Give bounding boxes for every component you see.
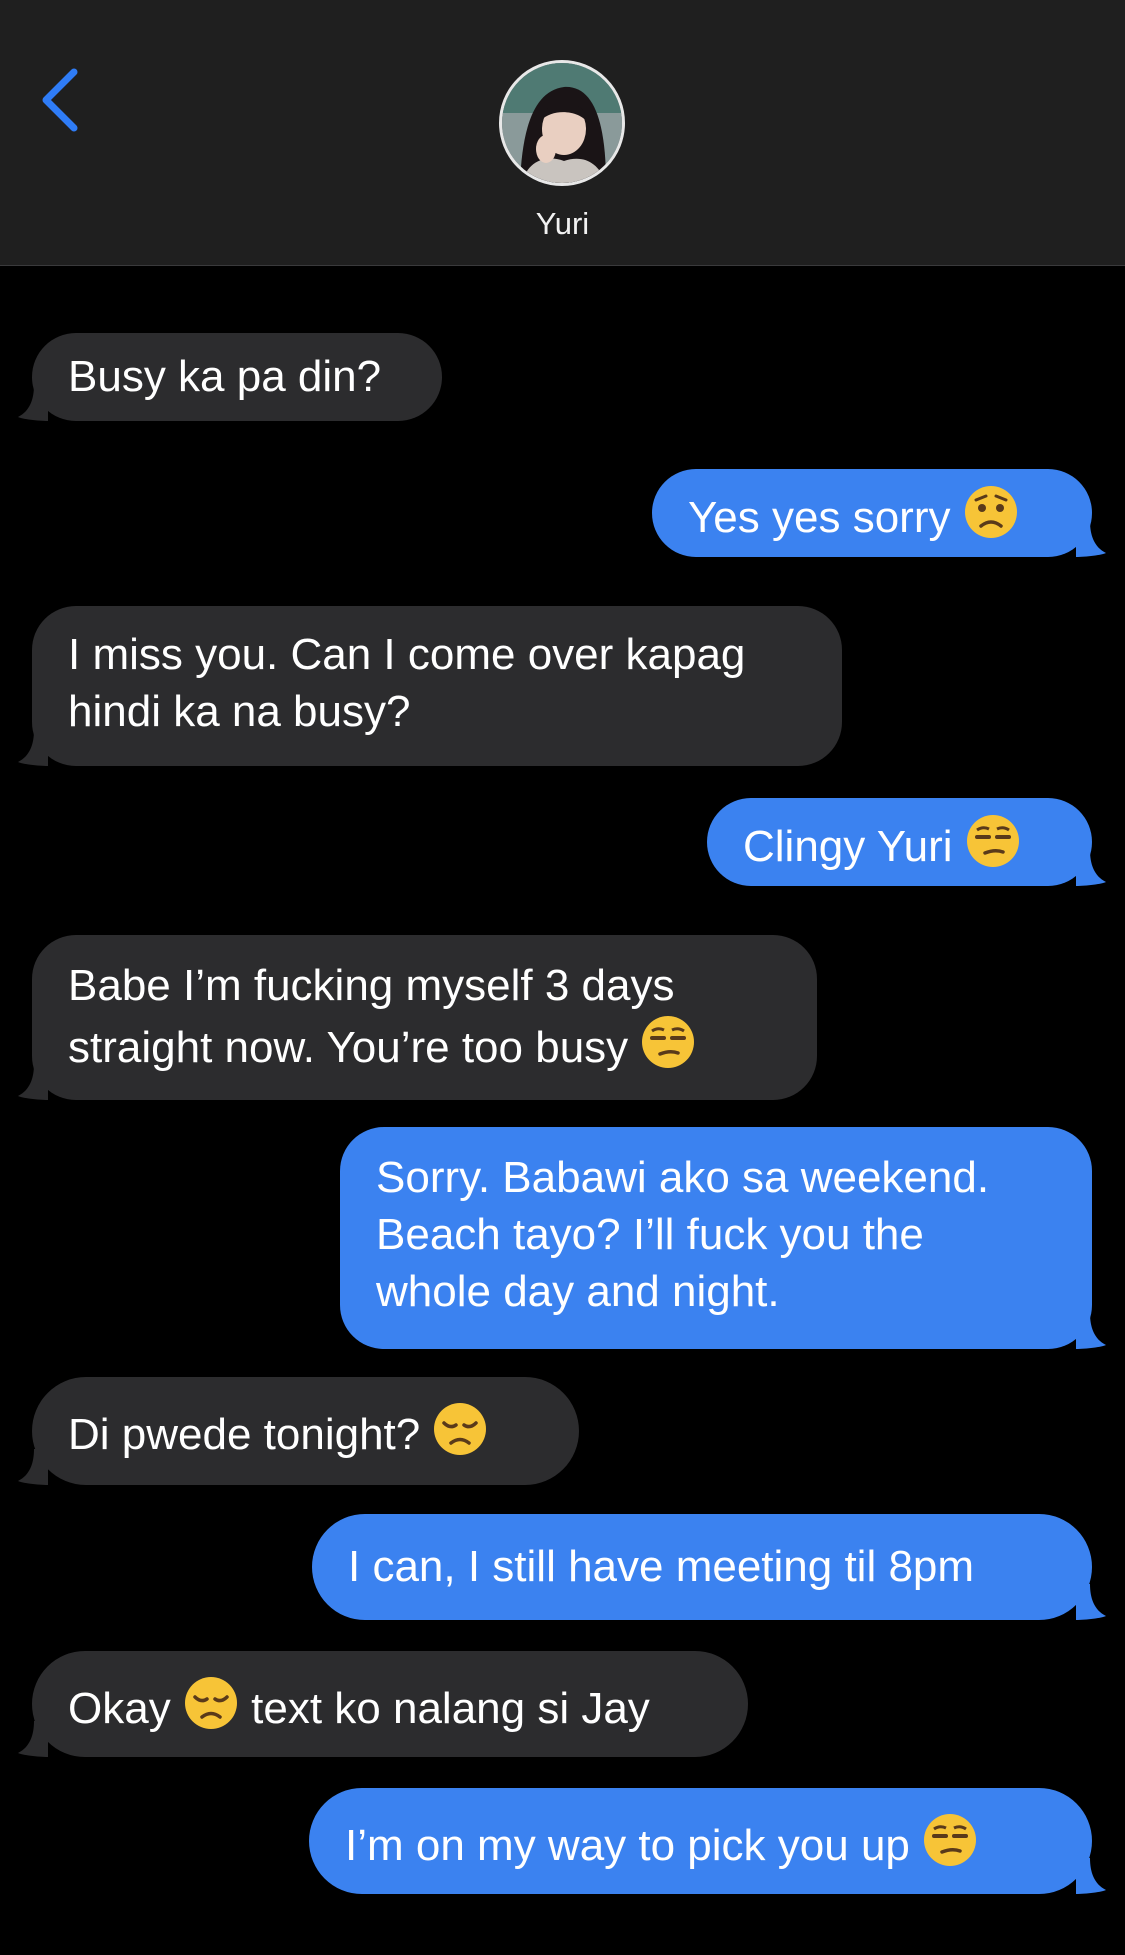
message-text: I’m on my way to pick you up xyxy=(345,1812,1056,1874)
message-text: Di pwede tonight? xyxy=(68,1401,543,1463)
bubble-tail xyxy=(18,1064,48,1100)
message-text: Okay text ko nalang si Jay xyxy=(68,1675,712,1737)
message-text: Yes yes sorry xyxy=(688,484,1056,546)
bubble-tail xyxy=(1076,521,1106,557)
bubble-tail xyxy=(1076,1858,1106,1894)
worried-face-icon xyxy=(964,486,1017,538)
message-bubble-incoming[interactable]: Di pwede tonight? xyxy=(18,1377,579,1485)
disappointed-face-icon xyxy=(184,1677,237,1729)
avatar[interactable] xyxy=(499,60,625,186)
bubble-tail xyxy=(18,1449,48,1485)
message-text: hindi ka na busy? xyxy=(68,687,411,736)
message-thread: Busy ka pa din? Yes yes sorry I miss you… xyxy=(0,265,1125,1955)
message-text: straight now. You’re too busy xyxy=(68,1014,781,1076)
message-bubble-outgoing[interactable]: I can, I still have meeting til 8pm xyxy=(312,1514,1106,1620)
disappointed-face-icon xyxy=(434,1403,487,1455)
message-bubble-outgoing[interactable]: Yes yes sorry xyxy=(652,469,1106,557)
bubble-tail xyxy=(1076,1584,1106,1620)
back-button[interactable] xyxy=(30,60,90,140)
message-bubble-incoming[interactable]: Okay text ko nalang si Jay xyxy=(18,1651,748,1757)
bubble-tail xyxy=(18,730,48,766)
message-text: I can, I still have meeting til 8pm xyxy=(348,1542,975,1591)
contact-name[interactable]: Yuri xyxy=(0,206,1125,242)
message-text: Clingy Yuri xyxy=(743,813,1056,875)
bubble-tail xyxy=(1076,1313,1106,1349)
unamused-face-icon xyxy=(642,1016,695,1068)
contact-photo xyxy=(502,63,622,183)
message-bubble-outgoing[interactable]: Clingy Yuri xyxy=(707,798,1106,886)
message-text: Busy ka pa din? xyxy=(68,352,382,401)
chevron-left-icon xyxy=(42,68,78,132)
bubble-tail xyxy=(1076,850,1106,886)
bubble-tail xyxy=(18,1721,48,1757)
message-bubble-incoming[interactable]: I miss you. Can I come over kapag hindi … xyxy=(18,606,842,766)
message-text: whole day and night. xyxy=(376,1267,780,1316)
message-bubble-incoming[interactable]: Babe I’m fucking myself 3 days straight … xyxy=(18,935,817,1100)
message-bubble-outgoing[interactable]: Sorry. Babawi ako sa weekend. Beach tayo… xyxy=(340,1127,1106,1349)
message-text: Beach tayo? I’ll fuck you the xyxy=(376,1210,924,1259)
message-text: Sorry. Babawi ako sa weekend. xyxy=(376,1153,990,1202)
message-bubble-outgoing[interactable]: I’m on my way to pick you up xyxy=(309,1788,1106,1894)
message-bubble-incoming[interactable]: Busy ka pa din? xyxy=(18,333,442,421)
bubble-tail xyxy=(18,385,48,421)
unamused-face-icon xyxy=(924,1814,977,1866)
conversation-header: Yuri xyxy=(0,0,1125,266)
message-text: I miss you. Can I come over kapag xyxy=(68,630,746,679)
unamused-face-icon xyxy=(966,815,1019,867)
message-text: Babe I’m fucking myself 3 days xyxy=(68,961,675,1010)
